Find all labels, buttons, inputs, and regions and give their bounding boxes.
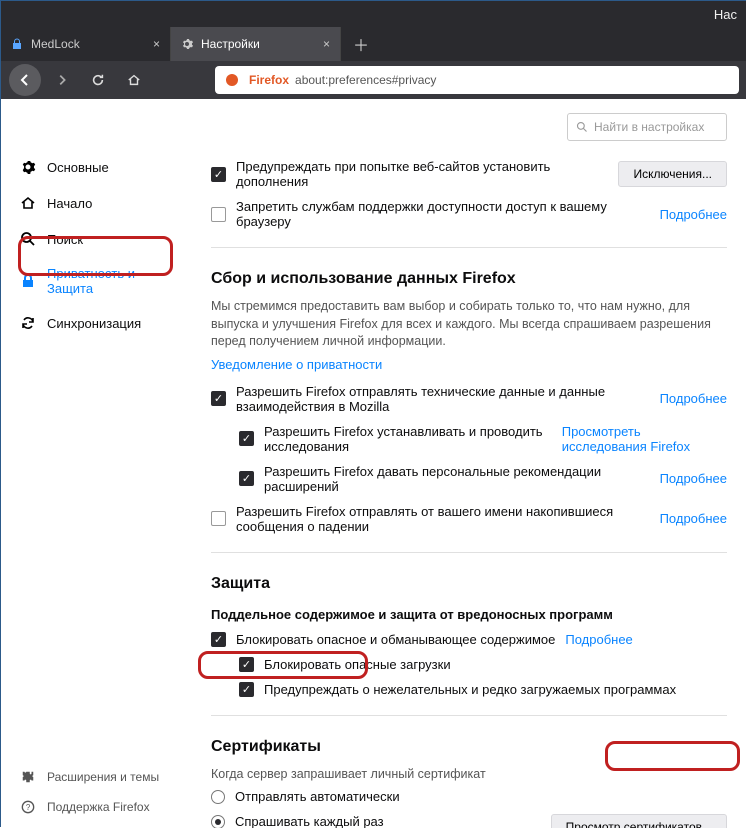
label: Разрешить Firefox устанавливать и провод… <box>264 424 552 454</box>
urlbar-text: about:preferences#privacy <box>295 73 436 87</box>
gear-icon <box>181 38 193 50</box>
tab-label: Настройки <box>201 37 260 51</box>
lock-icon <box>11 38 23 50</box>
tab-strip: MedLock × Настройки × ＋ <box>1 27 746 61</box>
svg-text:?: ? <box>26 803 31 812</box>
tab-medlock[interactable]: MedLock × <box>1 27 171 61</box>
checkbox-studies[interactable]: ✓ <box>239 431 254 446</box>
puzzle-icon <box>19 768 37 786</box>
heading-security: Защита <box>211 575 727 593</box>
sidebar-item-search[interactable]: Поиск <box>1 221 191 257</box>
sidebar-item-addons[interactable]: Расширения и темы <box>1 762 201 792</box>
label: Запретить службам поддержки доступности … <box>236 199 650 229</box>
exceptions-button[interactable]: Исключения... <box>618 161 727 187</box>
search-placeholder: Найти в настройках <box>594 120 704 134</box>
checkbox-warn-unwanted[interactable]: ✓ <box>239 682 254 697</box>
learn-more-link[interactable]: Подробнее <box>565 632 632 647</box>
content-area: Основные Начало Поиск Приватность и Защи… <box>1 99 746 828</box>
learn-more-link[interactable]: Подробнее <box>660 391 727 406</box>
tab-label: MedLock <box>31 37 80 51</box>
sidebar-item-label: Поиск <box>47 232 83 247</box>
learn-more-link[interactable]: Подробнее <box>660 471 727 486</box>
checkbox-block-dangerous[interactable]: ✓ <box>211 632 226 647</box>
label: Разрешить Firefox отправлять от вашего и… <box>236 504 660 534</box>
main-panel: Найти в настройках ✓ Предупреждать при п… <box>191 99 746 828</box>
search-icon <box>19 230 37 248</box>
heading-data-collection: Сбор и использование данных Firefox <box>211 270 727 288</box>
sidebar: Основные Начало Поиск Приватность и Защи… <box>1 99 191 828</box>
label: Предупреждать о нежелательных и редко за… <box>264 682 676 697</box>
search-icon <box>576 121 588 133</box>
sidebar-item-label: Основные <box>47 160 109 175</box>
sidebar-item-general[interactable]: Основные <box>1 149 191 185</box>
window-title: Нас <box>714 7 737 22</box>
checkbox-block-downloads[interactable]: ✓ <box>239 657 254 672</box>
label: Отправлять автоматически <box>235 789 400 804</box>
label: Спрашивать каждый раз <box>235 814 384 828</box>
forward-button[interactable] <box>47 65 77 95</box>
label: Разрешить Firefox давать персональные ре… <box>264 464 650 494</box>
sidebar-item-label: Начало <box>47 196 92 211</box>
privacy-notice-link[interactable]: Уведомление о приватности <box>211 357 382 372</box>
certs-desc: Когда сервер запрашивает личный сертифик… <box>211 766 727 784</box>
checkbox-crash-reports[interactable] <box>211 511 226 526</box>
search-input[interactable]: Найти в настройках <box>567 113 727 141</box>
url-bar[interactable]: Firefox about:preferences#privacy <box>215 66 739 94</box>
sidebar-item-label: Синхронизация <box>47 316 141 331</box>
nav-toolbar: Firefox about:preferences#privacy <box>1 61 746 99</box>
sync-icon <box>19 314 37 332</box>
gear-icon <box>19 158 37 176</box>
firefox-icon <box>225 73 239 87</box>
divider <box>211 247 727 248</box>
learn-more-link[interactable]: Подробнее <box>660 511 727 526</box>
urlbar-brand: Firefox <box>249 73 289 87</box>
close-icon[interactable]: × <box>323 37 330 51</box>
label: Блокировать опасное и обманывающее содер… <box>236 632 555 647</box>
home-button[interactable] <box>119 65 149 95</box>
sidebar-item-sync[interactable]: Синхронизация <box>1 305 191 341</box>
view-studies-link[interactable]: Просмотреть исследования Firefox <box>562 424 727 454</box>
checkbox-addon-warn[interactable]: ✓ <box>211 167 226 182</box>
checkbox-recommendations[interactable]: ✓ <box>239 471 254 486</box>
data-desc: Мы стремимся предоставить вам выбор и со… <box>211 298 727 351</box>
sidebar-item-support[interactable]: ? Поддержка Firefox <box>1 792 201 822</box>
radio-auto[interactable] <box>211 790 225 804</box>
window-titlebar: Нас <box>1 1 746 27</box>
view-certificates-button[interactable]: Просмотр сертификатов... <box>551 814 727 828</box>
sidebar-item-label: Приватность и Защита <box>47 266 147 296</box>
radio-ask[interactable] <box>211 815 225 828</box>
sidebar-item-privacy[interactable]: Приватность и Защита <box>1 257 191 305</box>
home-icon <box>19 194 37 212</box>
sidebar-footer: Расширения и темы ? Поддержка Firefox <box>1 762 201 822</box>
subheading-deceptive: Поддельное содержимое и защита от вредон… <box>211 607 727 622</box>
label: Разрешить Firefox отправлять технические… <box>236 384 650 414</box>
reload-button[interactable] <box>83 65 113 95</box>
question-icon: ? <box>19 798 37 816</box>
learn-more-link[interactable]: Подробнее <box>660 207 727 222</box>
heading-certificates: Сертификаты <box>211 738 727 756</box>
label: Блокировать опасные загрузки <box>264 657 451 672</box>
sidebar-item-home[interactable]: Начало <box>1 185 191 221</box>
sidebar-item-label: Поддержка Firefox <box>47 800 150 814</box>
tab-settings[interactable]: Настройки × <box>171 27 341 61</box>
back-button[interactable] <box>9 64 41 96</box>
label: Предупреждать при попытке веб-сайтов уст… <box>236 159 618 189</box>
sidebar-item-label: Расширения и темы <box>47 770 159 784</box>
checkbox-block-a11y[interactable] <box>211 207 226 222</box>
divider <box>211 715 727 716</box>
checkbox-telemetry[interactable]: ✓ <box>211 391 226 406</box>
lock-icon <box>19 272 37 290</box>
divider <box>211 552 727 553</box>
new-tab-button[interactable]: ＋ <box>341 27 381 61</box>
close-icon[interactable]: × <box>153 37 160 51</box>
